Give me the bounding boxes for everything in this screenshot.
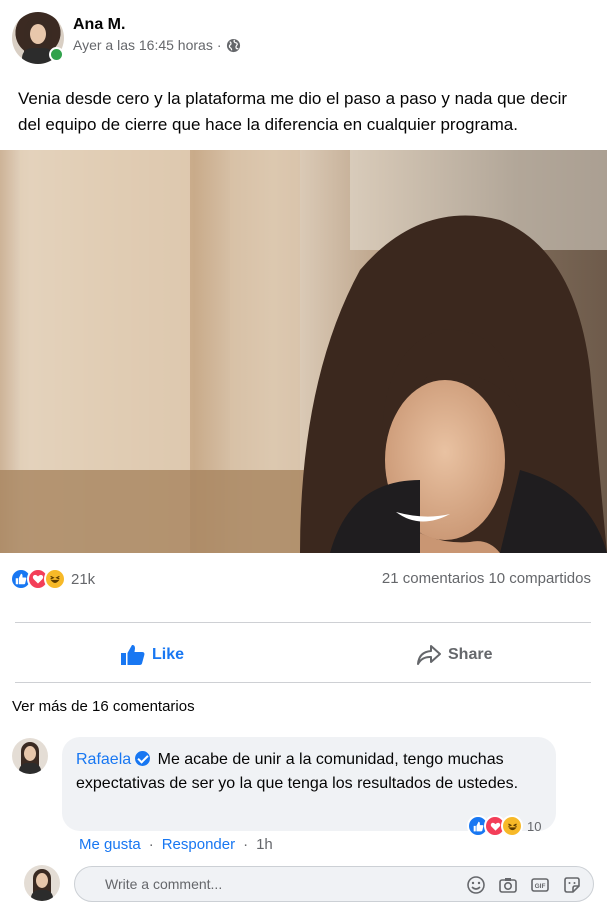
share-icon — [417, 645, 441, 665]
comment-actions: Me gusta · Responder · 1h — [79, 836, 273, 853]
reaction-summary[interactable]: 21k — [10, 568, 95, 590]
author-name[interactable]: Ana M. — [73, 16, 125, 34]
reaction-count: 21k — [71, 570, 96, 588]
comment-reaction-count: 10 — [527, 818, 542, 834]
divider — [15, 622, 591, 623]
gif-icon[interactable]: GIF — [529, 874, 551, 896]
reaction-stats: 21k 21 comentarios 10 compartidos — [0, 560, 607, 600]
haha-icon — [44, 568, 66, 590]
thumbs-up-icon — [121, 644, 145, 665]
view-more-comments-link[interactable]: Ver más de 16 comentarios — [12, 698, 195, 715]
comment-count[interactable]: 21 comentarios — [382, 570, 485, 587]
post-meta: Ayer a las 16:45 horas · — [73, 37, 241, 53]
current-user-avatar[interactable] — [24, 865, 60, 901]
meta-separator: · — [216, 37, 222, 53]
comment-composer: GIF — [74, 866, 594, 902]
like-button[interactable]: Like — [120, 644, 184, 666]
separator-dot: · — [148, 836, 154, 853]
divider — [15, 682, 591, 683]
sticker-icon[interactable] — [561, 874, 583, 896]
share-button[interactable]: Share — [416, 644, 492, 666]
globe-icon — [226, 38, 240, 52]
post-timestamp[interactable]: Ayer a las 16:45 horas — [73, 37, 213, 53]
share-count[interactable]: 10 compartidos — [488, 570, 591, 587]
online-status-dot — [49, 47, 64, 62]
comment-like-link[interactable]: Me gusta — [79, 836, 141, 853]
post-actions: Like Share — [0, 632, 607, 682]
post-photo[interactable] — [0, 150, 607, 553]
comment-reply-link[interactable]: Responder — [162, 836, 235, 853]
svg-text:GIF: GIF — [535, 883, 546, 890]
post-text: Venia desde cero y la plataforma me dio … — [18, 89, 568, 134]
comment-input[interactable] — [105, 874, 435, 894]
comment-reactions[interactable]: 10 — [467, 815, 541, 837]
verified-badge-icon — [135, 751, 151, 766]
haha-icon — [501, 815, 523, 837]
comment-time[interactable]: 1h — [256, 836, 273, 853]
like-label: Like — [152, 646, 185, 663]
post-header: Ana M. Ayer a las 16:45 horas · — [0, 0, 607, 70]
engagement-counts: 21 comentarios 10 compartidos — [382, 570, 591, 587]
share-label: Share — [448, 646, 493, 663]
separator-dot: · — [243, 836, 249, 853]
commenter-name[interactable]: Rafaela — [76, 751, 131, 768]
emoji-icon[interactable] — [465, 874, 487, 896]
composer-tools: GIF — [465, 874, 583, 896]
commenter-avatar[interactable] — [12, 738, 48, 774]
camera-icon[interactable] — [497, 874, 519, 896]
